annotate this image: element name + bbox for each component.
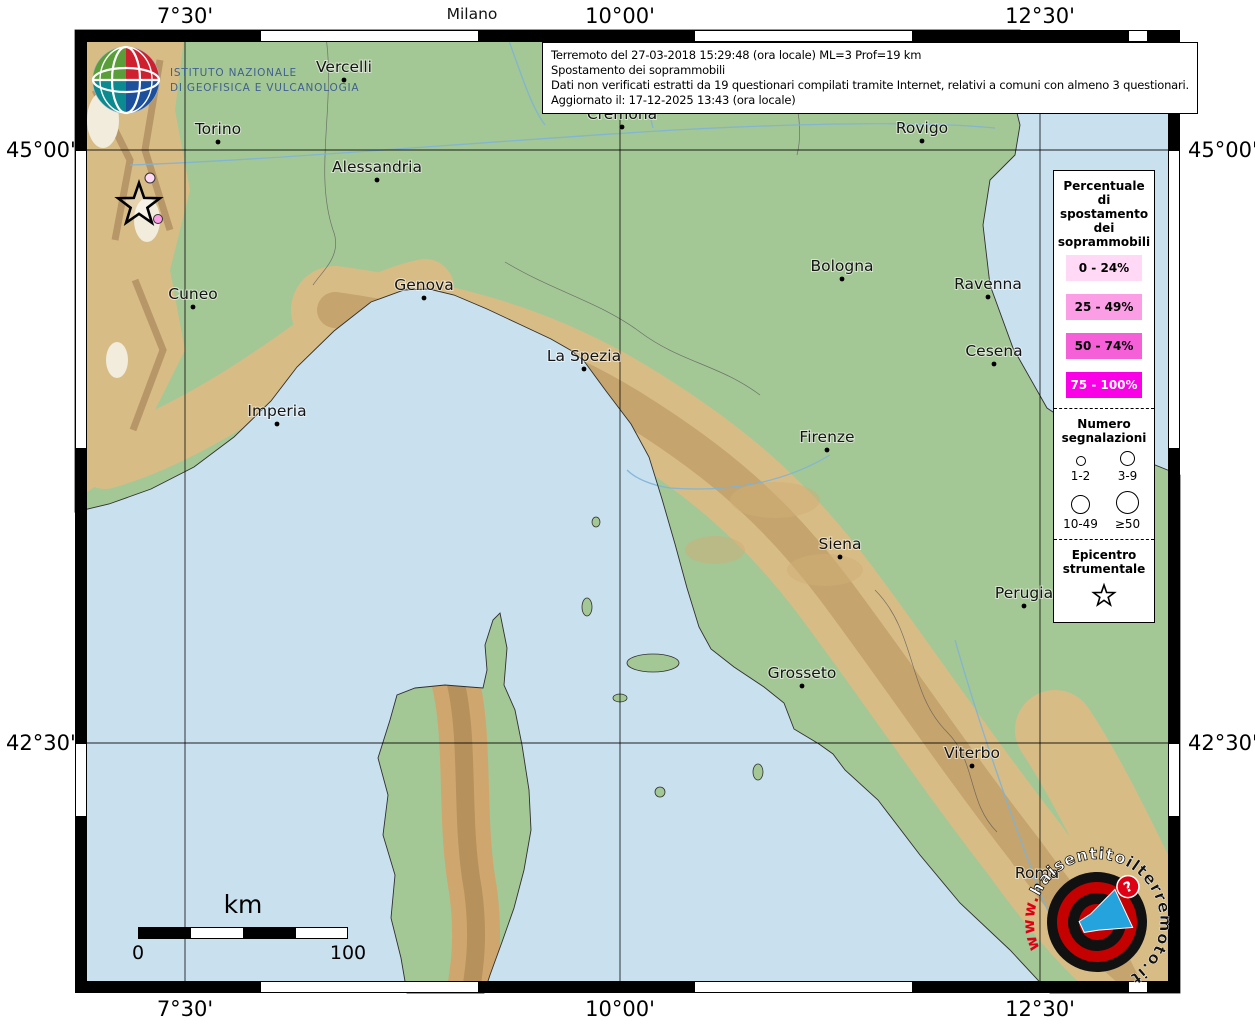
city-label: Grosseto [768,664,837,682]
legend-epicenter-star-icon [1057,582,1151,614]
axis-label-right: 45°00' [1188,138,1255,162]
city-dot [920,139,925,144]
map-frame-top [75,30,1180,42]
scale-start-label: 0 [132,942,144,964]
city-dot [838,555,843,560]
city-label: Perugia [995,584,1053,602]
city-label: Milano [447,5,498,23]
frame-corner [1168,30,1180,42]
scale-bar: km 0 100 [138,890,348,966]
city-label: Bologna [810,257,873,275]
legend-class-swatch: 50 - 74% [1066,333,1142,359]
legend-signal-sizes: 1-2 3-9 10-49 ≥50 [1057,451,1151,531]
island-giglio [753,764,763,780]
city-dot [620,125,625,130]
scale-end-label: 100 [330,942,366,964]
city-label: Cesena [965,342,1022,360]
axis-label-top: 12°30' [1005,4,1075,28]
ingv-logo: ISTITUTO NAZIONALE DI GEOFISICA E VULCAN… [90,44,390,120]
scale-unit-label: km [138,890,348,919]
city-dot [422,296,427,301]
city-dot [191,305,196,310]
map-frame-left [75,30,87,993]
frame-corner [75,30,87,42]
signal-size-circle-icon [1120,451,1135,466]
city-label: Imperia [247,402,306,420]
legend-divider [1054,539,1154,540]
page: MilanoVeronaVeneziaVercelliTorinoCremona… [0,0,1255,1024]
scale-segment [139,928,190,938]
scale-segment [295,928,347,938]
city-dot [1022,604,1027,609]
city-label: Alessandria [332,158,422,176]
ingv-name-line2: DI GEOFISICA E VULCANOLOGIA [170,82,359,94]
legend-class-swatch: 75 - 100% [1066,372,1142,398]
signal-size-label: 1-2 [1071,469,1091,483]
island-gorgona [592,517,600,527]
event-updated: Aggiornato il: 17-12-2025 13:43 (ora loc… [551,93,1189,108]
axis-label-top: 7°30' [157,4,213,28]
scale-segment [190,928,242,938]
city-label: Siena [818,535,861,553]
city-dot [216,140,221,145]
legend-class-swatch: 0 - 24% [1066,255,1142,281]
city-dot [970,764,975,769]
scale-segment [243,928,295,938]
city-label: Ravenna [954,275,1022,293]
signal-size-label: 10-49 [1063,517,1098,531]
city-label: Torino [194,120,241,138]
axis-label-bottom: 7°30' [157,997,213,1021]
city-dot [840,277,845,282]
signal-size-circle-icon [1116,491,1139,514]
frame-corner [75,981,87,993]
city-label: La Spezia [547,347,621,365]
felt-report-marker [154,215,163,224]
legend-epicenter-title: Epicentro strumentale [1057,548,1151,576]
event-disclaimer: Dati non verificati estratti da 19 quest… [551,78,1189,93]
signal-size-circle-icon [1076,456,1086,466]
island-montecristo [655,787,665,797]
city-dot [800,684,805,689]
legend-divider [1054,408,1154,409]
legend-title: Percentuale di spostamento dei soprammob… [1057,179,1151,249]
scale-bar-segments [138,927,348,939]
legend-color-classes: 0 - 24% 25 - 49% 50 - 74% 75 - 100% [1057,255,1151,398]
island-capraia [582,598,592,616]
legend-signal-class: 10-49 [1057,491,1104,531]
city-label: Firenze [799,428,854,446]
city-label: Genova [394,276,454,294]
legend-class-swatch: 25 - 49% [1066,294,1142,320]
ingv-globe-icon [93,47,159,113]
island-elba [627,654,679,672]
city-dot [275,422,280,427]
city-label: Rovigo [896,119,948,137]
signal-size-label: ≥50 [1115,517,1140,531]
legend-signal-class: ≥50 [1104,491,1151,531]
event-info-box: Terremoto del 27-03-2018 15:29:48 (ora l… [542,42,1198,114]
axis-label-left: 42°30' [6,731,66,755]
ingv-name-line1: ISTITUTO NAZIONALE [170,67,297,79]
city-dot [825,448,830,453]
axis-label-bottom: 10°00' [585,997,655,1021]
axis-label-top: 10°00' [585,4,655,28]
signal-size-label: 3-9 [1118,469,1138,483]
signal-size-circle-icon [1071,495,1090,514]
legend-signal-class: 1-2 [1057,451,1104,483]
city-dot [986,295,991,300]
event-map-type: Spostamento dei soprammobili [551,63,1189,78]
city-dot [375,178,380,183]
haisentitoilterremoto-watermark: ? www.haisentitoilterremoto.it [1005,830,1190,1019]
felt-report-marker [145,173,155,183]
city-dot [582,367,587,372]
axis-label-left: 45°00' [6,138,66,162]
axis-label-right: 42°30' [1188,731,1255,755]
city-label: Cuneo [168,285,218,303]
legend-signals-title: Numero segnalazioni [1057,417,1151,445]
legend-signal-class: 3-9 [1104,451,1151,483]
map-legend: Percentuale di spostamento dei soprammob… [1053,170,1155,623]
city-label: Viterbo [944,744,1000,762]
city-dot [992,362,997,367]
event-title: Terremoto del 27-03-2018 15:29:48 (ora l… [551,48,1189,63]
